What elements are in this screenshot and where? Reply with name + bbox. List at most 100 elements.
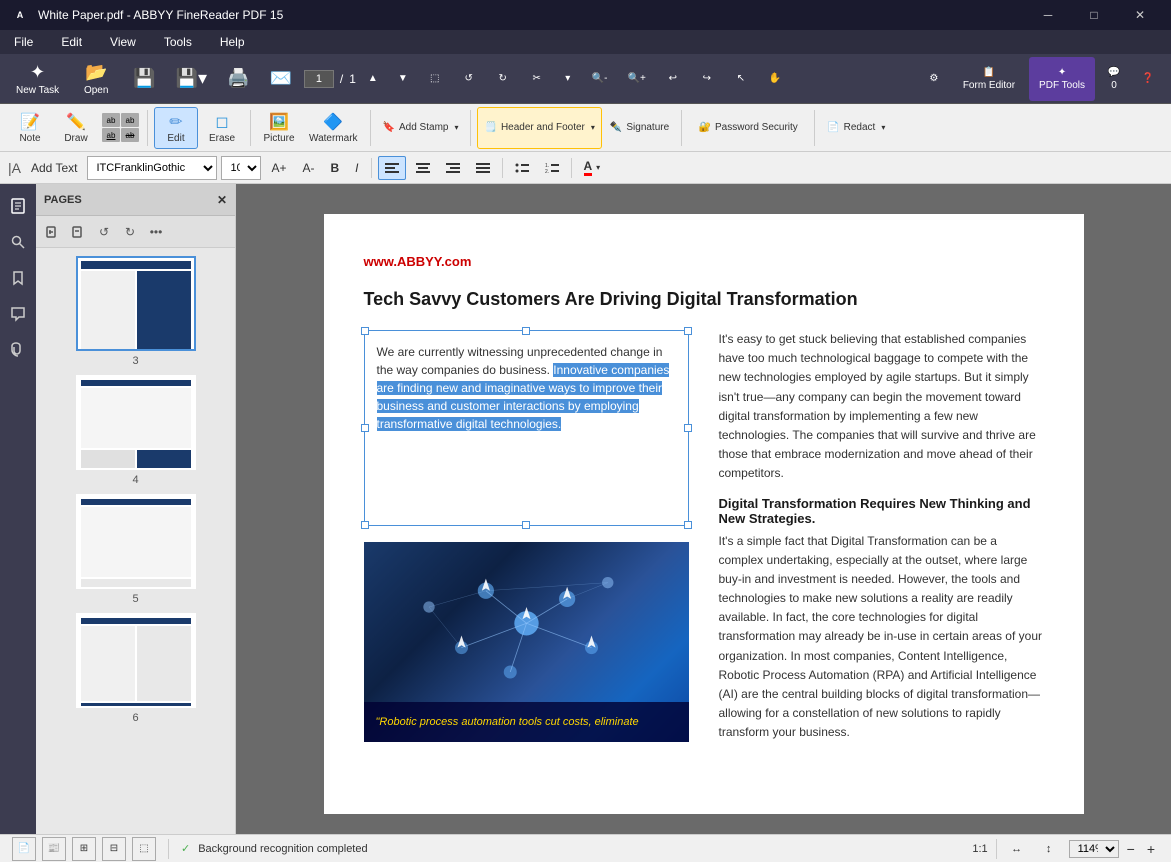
prev-page-button[interactable]: ▲ [360, 57, 386, 101]
justify-button[interactable] [470, 156, 496, 180]
crop-dropdown-button[interactable]: ▾ [556, 57, 580, 101]
spread-view-button[interactable]: ⊟ [102, 837, 126, 861]
delete-page-button[interactable] [66, 220, 90, 244]
align-center-button[interactable] [410, 156, 436, 180]
handle-bottom-right[interactable] [684, 521, 692, 529]
zoom-out-button[interactable]: 🔍- [584, 57, 616, 101]
bookmarks-icon[interactable] [4, 264, 32, 292]
watermark-tool[interactable]: 🔷 Watermark [303, 107, 364, 149]
menu-edit[interactable]: Edit [55, 33, 88, 51]
picture-tool[interactable]: 🖼️ Picture [257, 107, 301, 149]
rotate-left-button[interactable]: ↺ [454, 57, 484, 101]
new-task-button[interactable]: ✦ New Task [8, 57, 67, 101]
comments-icon[interactable] [4, 300, 32, 328]
attachments-icon[interactable] [4, 336, 32, 364]
handle-top-right[interactable] [684, 327, 692, 335]
align-left-icon [385, 162, 399, 174]
fit-width-button[interactable]: ↔ [1005, 837, 1029, 861]
rotate-right-button[interactable]: ↻ [118, 220, 142, 244]
search-sidebar-icon[interactable] [4, 228, 32, 256]
close-pages-panel-button[interactable]: ✕ [217, 193, 227, 207]
save-icon: 💾 [133, 68, 155, 89]
fit-page-button[interactable]: ⬚ [132, 837, 156, 861]
text-edit-box[interactable]: We are currently witnessing unprecedente… [364, 330, 689, 526]
zoom-ratio: 1:1 [972, 843, 987, 855]
save-button[interactable]: 💾 [125, 57, 163, 101]
print-button[interactable]: 🖨️ [219, 57, 257, 101]
handle-top-mid[interactable] [522, 327, 530, 335]
zoom-control: 114% − + [1069, 840, 1159, 858]
increase-font-size-button[interactable]: A+ [265, 156, 292, 180]
font-size-select[interactable]: 10 [221, 156, 261, 180]
email-button[interactable]: ✉️ [261, 57, 299, 101]
decrease-font-size-button[interactable]: A- [296, 156, 320, 180]
fit-height-button[interactable]: ↕ [1037, 837, 1061, 861]
form-editor-button[interactable]: 📋 Form Editor [953, 57, 1025, 101]
handle-bottom-left[interactable] [361, 521, 369, 529]
crop-button[interactable]: ✂ [522, 57, 552, 101]
menu-help[interactable]: Help [214, 33, 251, 51]
font-select[interactable]: ITCFranklinGothic [87, 156, 217, 180]
list-button[interactable] [509, 156, 535, 180]
note-tool[interactable]: 📝 Note [8, 107, 52, 149]
bold-button[interactable]: B [324, 156, 345, 180]
pages-panel-icon[interactable] [4, 192, 32, 220]
hand-tool-button[interactable]: ✋ [760, 57, 790, 101]
handle-right-mid[interactable] [684, 424, 692, 432]
add-text-button[interactable]: Add Text [25, 156, 83, 180]
settings-button[interactable]: ⚙ [919, 57, 949, 101]
italic-button[interactable]: I [349, 156, 364, 180]
page-thumbnail-4[interactable]: 4 [44, 375, 227, 486]
maximize-button[interactable]: □ [1071, 0, 1117, 30]
handle-bottom-mid[interactable] [522, 521, 530, 529]
redact-button[interactable]: 📄 Redact ▾ [821, 107, 891, 149]
minimize-button[interactable]: ─ [1025, 0, 1071, 30]
status-check-icon: ✓ [181, 842, 190, 855]
header-footer-button[interactable]: 🗒️ Header and Footer ▾ [477, 107, 601, 149]
numbered-list-button[interactable]: 1.2. [539, 156, 565, 180]
menu-tools[interactable]: Tools [158, 33, 198, 51]
save-as-button[interactable]: 💾▾ [168, 57, 215, 101]
add-stamp-button[interactable]: 🔖 Add Stamp ▾ [377, 107, 465, 149]
document-area[interactable]: www.ABBYY.com Tech Savvy Customers Are D… [236, 184, 1171, 834]
text-format-icon1: ab [102, 113, 120, 127]
add-page-button[interactable] [40, 220, 64, 244]
page-thumbnail-6[interactable]: 6 [44, 613, 227, 724]
signature-tool[interactable]: ✒️ Signature [604, 107, 675, 149]
cursor-button[interactable]: ↖ [726, 57, 756, 101]
zoom-in-button[interactable]: + [1143, 841, 1159, 857]
draw-tool[interactable]: ✏️ Draw [54, 107, 98, 149]
zoom-in-button[interactable]: 🔍+ [620, 57, 654, 101]
pages-more-button[interactable]: ••• [144, 220, 168, 244]
thumbnails-button[interactable]: ⊞ [72, 837, 96, 861]
chat-button[interactable]: 💬 0 [1099, 57, 1129, 101]
select-tool-button[interactable]: ⬚ [420, 57, 450, 101]
zoom-out-button[interactable]: − [1123, 841, 1139, 857]
handle-left-mid[interactable] [361, 424, 369, 432]
zoom-select[interactable]: 114% [1069, 840, 1119, 858]
menu-view[interactable]: View [104, 33, 142, 51]
rotate-left-button[interactable]: ↺ [92, 220, 116, 244]
undo-button[interactable]: ↩ [658, 57, 688, 101]
page-view-button[interactable]: 📄 [12, 837, 36, 861]
handle-top-left[interactable] [361, 327, 369, 335]
next-page-button[interactable]: ▼ [390, 57, 416, 101]
erase-tool[interactable]: ◻ Erase [200, 107, 244, 149]
page-thumbnail-5[interactable]: 5 [44, 494, 227, 605]
redo-button[interactable]: ↪ [692, 57, 722, 101]
close-button[interactable]: ✕ [1117, 0, 1163, 30]
page-thumbnail-3[interactable]: 3 [44, 256, 227, 367]
open-button[interactable]: 📂 Open [71, 57, 121, 101]
align-right-button[interactable] [440, 156, 466, 180]
help-button[interactable]: ❓ [1133, 57, 1163, 101]
menu-file[interactable]: File [8, 33, 39, 51]
rotate-right-button[interactable]: ↻ [488, 57, 518, 101]
edit-tool[interactable]: ✏ Edit [154, 107, 198, 149]
password-security-button[interactable]: 🔐 Password Security [688, 107, 808, 149]
text-color-button[interactable]: A ▾ [578, 156, 607, 180]
two-page-view-button[interactable]: 📰 [42, 837, 66, 861]
pdf-tools-button[interactable]: ✦ PDF Tools [1029, 57, 1095, 101]
new-task-icon: ✦ [30, 62, 45, 83]
page-number-input[interactable] [304, 70, 334, 88]
align-left-button[interactable] [378, 156, 406, 180]
